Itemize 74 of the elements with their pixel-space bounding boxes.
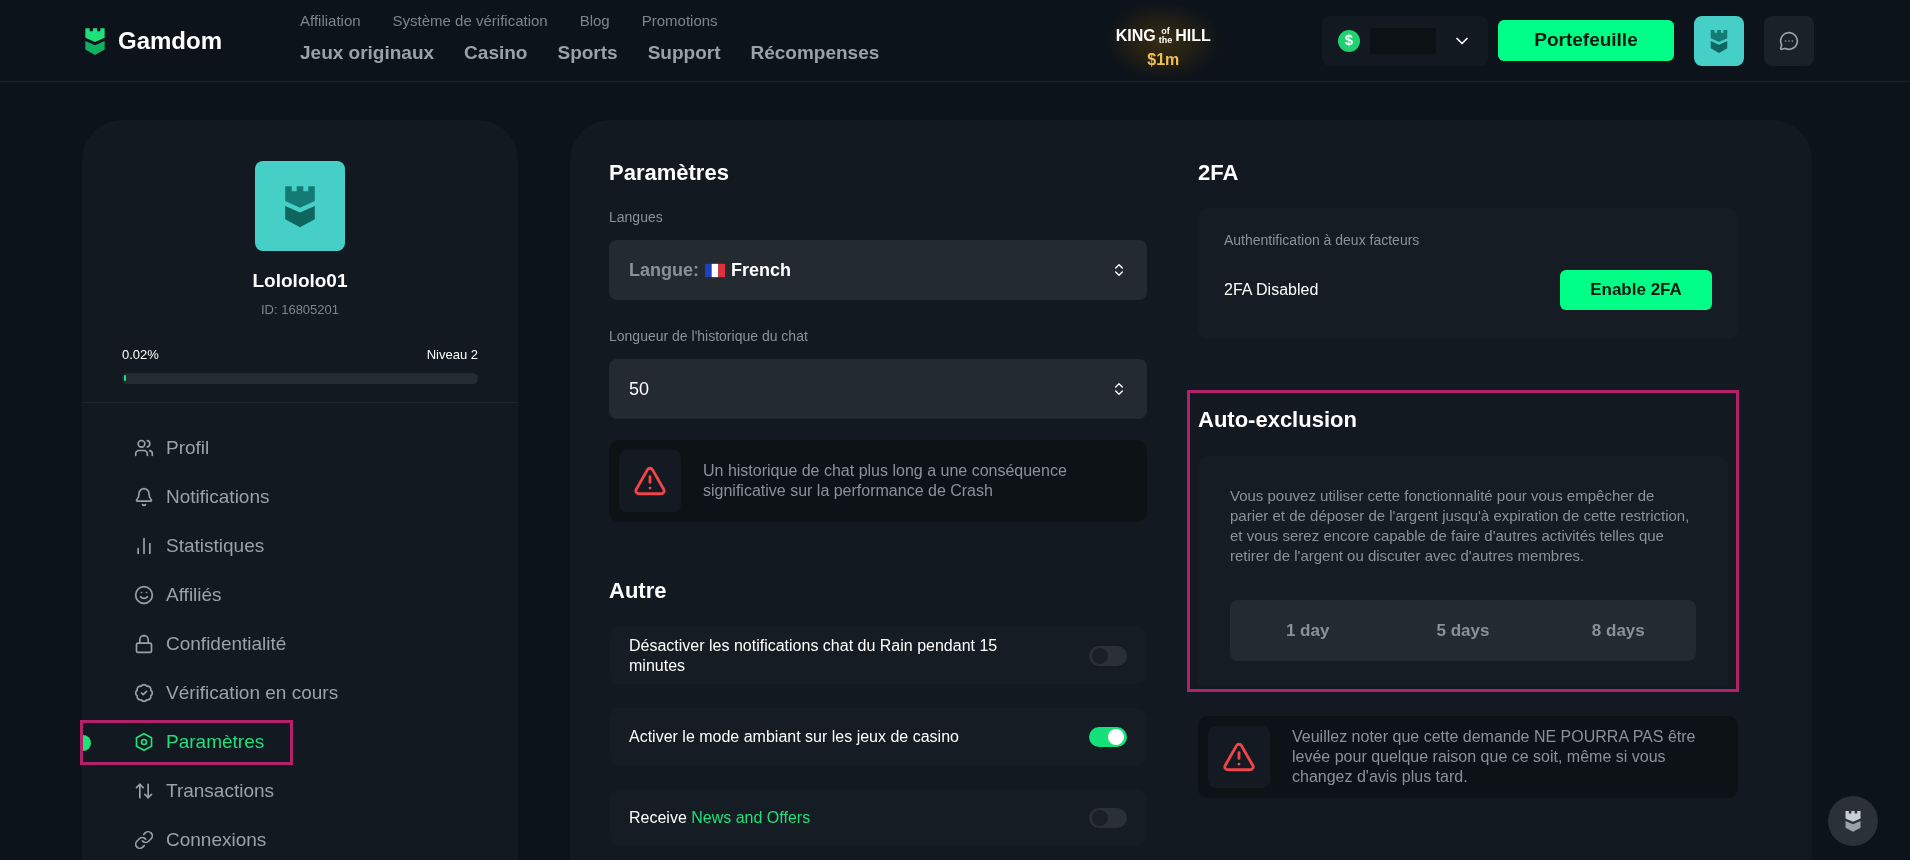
settings-icon <box>134 732 154 752</box>
nav-link[interactable]: Support <box>647 38 721 67</box>
wallet-button[interactable]: Portefeuille <box>1498 20 1674 61</box>
toggle-label: Activer le mode ambiant sur les jeux de casino <box>629 726 960 747</box>
section-title: Paramètres <box>609 159 730 187</box>
brand-name: Gamdom <box>118 25 222 56</box>
smile-icon <box>134 585 154 605</box>
castle-icon <box>1843 809 1863 833</box>
top-link[interactable]: Système de vérification <box>392 10 548 33</box>
toggle-label: Receive News and Offers <box>629 807 812 828</box>
user-id: ID: 16805201 <box>260 300 340 319</box>
nav-link[interactable]: Jeux originaux <box>300 38 435 67</box>
language-select[interactable]: Langue: French <box>609 240 1147 300</box>
bar-chart-icon <box>134 536 154 556</box>
link-icon <box>134 830 154 850</box>
level-label: Niveau 2 <box>426 346 478 364</box>
toggle-switch[interactable] <box>1089 726 1127 747</box>
toggle-label: Désactiver les notifications chat du Rain pendant 15 minutes <box>629 635 999 676</box>
sidebar-item[interactable]: Affiliés <box>80 572 251 618</box>
bell-icon <box>134 487 154 507</box>
duration-option[interactable]: 5 days <box>1426 611 1500 650</box>
logo-icon <box>82 25 108 56</box>
enable-2fa-button[interactable]: Enable 2FA <box>1560 270 1712 310</box>
field-label: Langues <box>609 208 664 227</box>
sidebar-item[interactable]: Statistiques <box>80 523 294 569</box>
promo-title: KING <box>1115 25 1156 46</box>
nav-link[interactable]: Casino <box>464 38 528 67</box>
arrows-up-down-icon <box>134 781 154 801</box>
promo-amount: $1m <box>1147 49 1180 70</box>
promo-title: HILL <box>1175 25 1211 46</box>
news-link[interactable]: News and Offers <box>691 808 811 826</box>
duration-option[interactable]: 1 day <box>1275 611 1340 650</box>
chat-length-select[interactable]: 50 <box>609 359 1147 419</box>
section-title: Autre <box>609 577 668 605</box>
exclusion-description: Vous pouvez utiliser cette fonctionnalité pour vous empêcher de parier et de déposer de l'argent jusqu'à expiration de cette restriction, et vous serez encore capable de faire d'autres activités telles que retirer de l'argent ou discuter avec d'autres membres. <box>1230 486 1691 566</box>
progress-percent: 0.02% <box>122 346 159 364</box>
sidebar-item[interactable]: Paramètres <box>80 719 294 765</box>
username: Lolololo01 <box>252 269 348 293</box>
select-prefix: Langue: <box>629 258 699 282</box>
top-link[interactable]: Blog <box>579 10 610 33</box>
section-title: 2FA <box>1198 159 1240 187</box>
nav-link[interactable]: Sports <box>557 38 618 67</box>
field-label: Longueur de l'historique du chat <box>609 327 809 346</box>
warning-text: Un historique de chat plus long a une conséquence significative sur la performance de Crash <box>703 461 1068 501</box>
select-value: French <box>731 258 791 282</box>
twofa-status: 2FA Disabled <box>1224 280 1319 300</box>
currency-icon: $ <box>1338 29 1360 52</box>
promo-title: of <box>1161 26 1170 36</box>
nav-link[interactable]: Récompenses <box>750 38 880 67</box>
top-link[interactable]: Promotions <box>641 10 718 33</box>
duration-option[interactable]: 8 days <box>1581 611 1655 650</box>
sidebar-item[interactable]: Vérification en cours <box>80 670 368 716</box>
castle-icon <box>1708 27 1730 54</box>
lock-icon <box>134 634 154 654</box>
support-button[interactable] <box>1828 796 1878 846</box>
card-label: Authentification à deux facteurs <box>1224 232 1420 248</box>
avatar-button[interactable] <box>1694 15 1744 66</box>
sidebar-item[interactable]: Connexions <box>80 817 296 860</box>
active-indicator <box>83 734 91 751</box>
warning-icon <box>633 464 667 498</box>
chat-icon <box>1779 30 1799 51</box>
section-title: Auto-exclusion <box>1198 406 1358 434</box>
sidebar-item[interactable]: Confidentialité <box>80 621 316 667</box>
flag-icon <box>705 262 725 278</box>
top-link[interactable]: Affiliation <box>300 10 361 33</box>
badge-check-icon <box>134 683 154 703</box>
sidebar-item[interactable]: Transactions <box>80 768 304 814</box>
warning-text: Veuillez noter que cette demande NE POURRA PAS être levée pour quelque raison que ce soit, même si vous changez d'avis plus tard. <box>1292 727 1697 787</box>
chat-button[interactable] <box>1764 15 1814 66</box>
sidebar-item[interactable]: Notifications <box>80 474 299 520</box>
users-icon <box>134 438 154 458</box>
warning-icon <box>1222 740 1256 774</box>
sidebar-item[interactable]: Profil <box>80 425 239 471</box>
promo-title: the <box>1158 35 1173 45</box>
